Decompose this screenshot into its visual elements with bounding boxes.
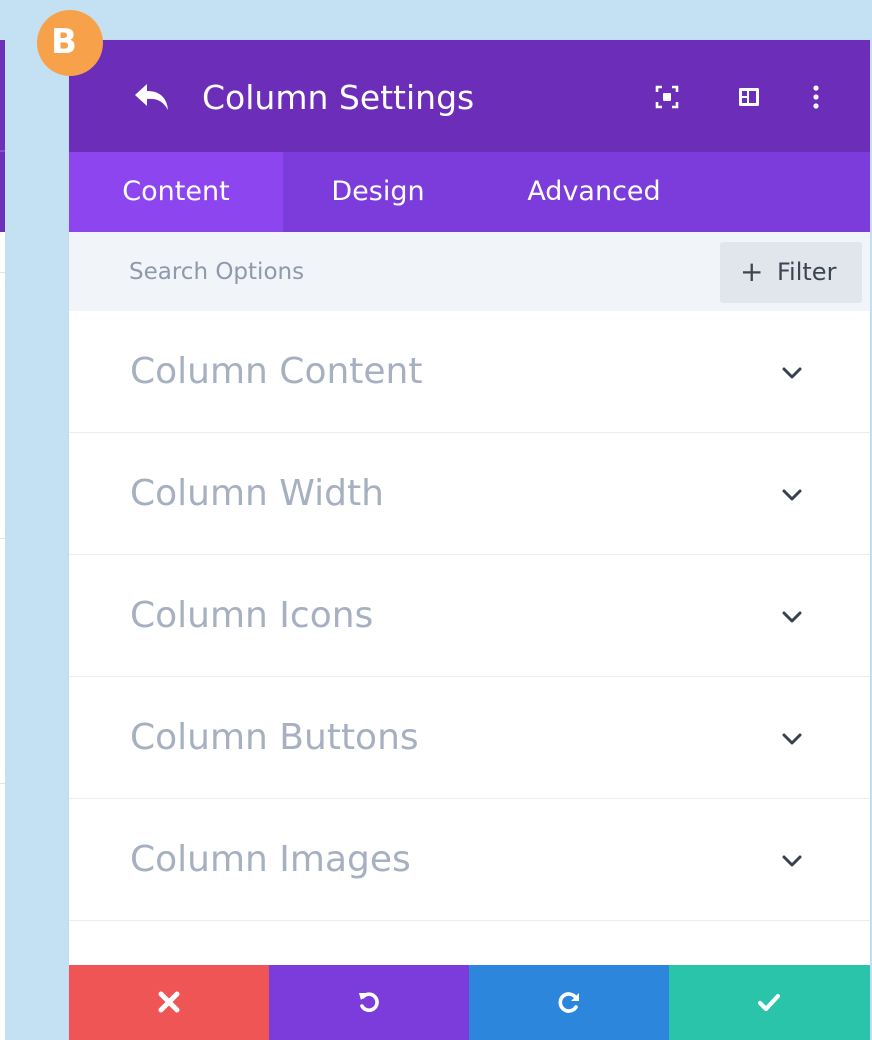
panel-title: Column Settings: [202, 78, 475, 117]
chevron-down-icon: [782, 855, 802, 867]
section-label: Column Buttons: [130, 717, 419, 758]
section-label: Column Images: [130, 839, 411, 880]
discard-button[interactable]: [69, 965, 269, 1040]
redo-button[interactable]: [469, 965, 669, 1040]
section-column-content[interactable]: Column Content: [69, 311, 870, 433]
section-label: Column Icons: [130, 595, 374, 636]
check-icon: [757, 993, 781, 1012]
tab-bar: Content Design Advanced: [69, 152, 870, 232]
chevron-down-icon: [782, 489, 802, 501]
step-badge: B: [37, 10, 103, 76]
back-icon[interactable]: [133, 82, 171, 112]
split-view-icon[interactable]: [736, 84, 762, 110]
plus-icon: +: [740, 255, 764, 288]
step-badge-letter: B: [51, 22, 77, 62]
background-divider: [0, 150, 5, 152]
section-label: Column Content: [130, 351, 423, 392]
more-options-icon[interactable]: [803, 84, 829, 110]
filter-button-label: Filter: [777, 258, 837, 286]
section-column-icons[interactable]: Column Icons: [69, 555, 870, 677]
search-input[interactable]: [107, 232, 707, 311]
section-column-images[interactable]: Column Images: [69, 799, 870, 921]
tab-advanced[interactable]: Advanced: [473, 152, 715, 232]
expand-icon[interactable]: [654, 84, 680, 110]
panel-header: Column Settings: [69, 40, 870, 152]
background-divider: [0, 538, 5, 539]
chevron-down-icon: [782, 367, 802, 379]
column-settings-panel: Column Settings Content Design Advanced …: [69, 40, 870, 1040]
search-bar: + Filter: [69, 232, 870, 311]
close-icon: [158, 991, 180, 1013]
chevron-down-icon: [782, 733, 802, 745]
panel-footer: [69, 965, 870, 1040]
settings-sections: Column Content Column Width Column Icons…: [69, 311, 870, 921]
section-column-width[interactable]: Column Width: [69, 433, 870, 555]
background-divider: [0, 783, 5, 784]
section-column-buttons[interactable]: Column Buttons: [69, 677, 870, 799]
chevron-down-icon: [782, 611, 802, 623]
tab-design[interactable]: Design: [283, 152, 473, 232]
save-button[interactable]: [669, 965, 870, 1040]
filter-button[interactable]: + Filter: [720, 242, 862, 303]
background-divider: [0, 272, 5, 273]
section-label: Column Width: [130, 473, 384, 514]
redo-icon: [558, 992, 579, 1013]
background-panel-header: [0, 40, 5, 232]
undo-button[interactable]: [269, 965, 469, 1040]
tab-content[interactable]: Content: [69, 152, 283, 232]
undo-icon: [359, 992, 379, 1013]
